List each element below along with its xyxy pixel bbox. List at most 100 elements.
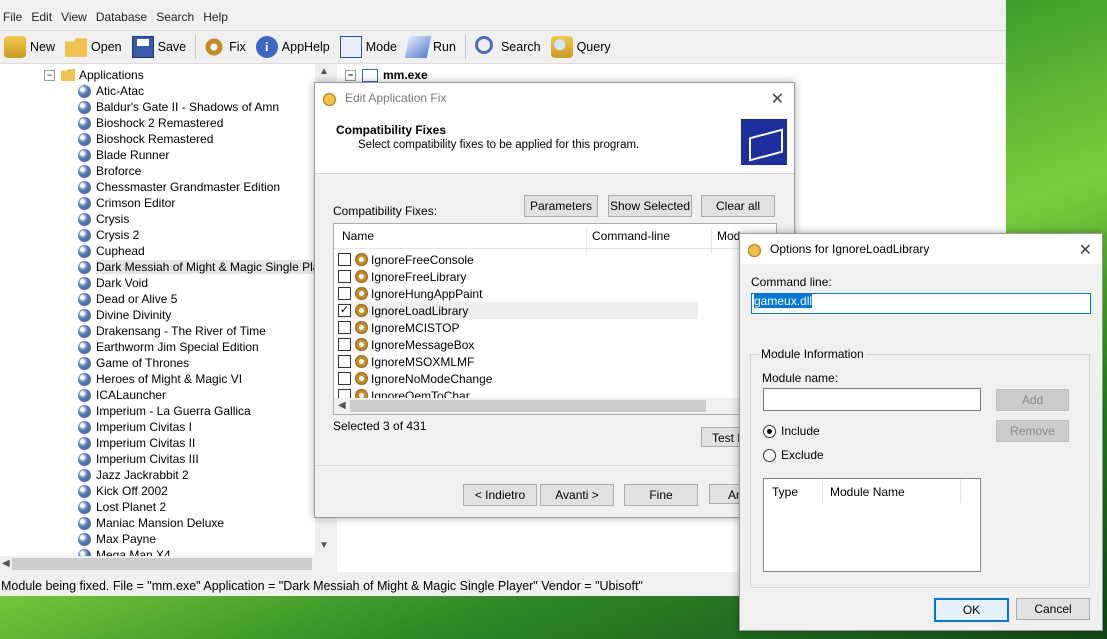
column-name[interactable]: Name [342, 229, 374, 243]
command-line-input[interactable]: gameux.dll [751, 293, 1091, 314]
close-icon[interactable]: ✕ [1079, 240, 1092, 260]
tree-item[interactable]: Chessmaster Grandmaster Edition [78, 179, 331, 195]
query-button[interactable]: Query [549, 33, 617, 61]
module-list[interactable]: Type Module Name [763, 478, 981, 572]
tree-item[interactable]: Imperium Civitas I [78, 419, 331, 435]
fix-row[interactable]: IgnoreFreeLibrary [338, 268, 698, 285]
fix-row[interactable]: IgnoreHungAppPaint [338, 285, 698, 302]
tree-item[interactable]: Heroes of Might & Magic VI [78, 371, 331, 387]
include-radio[interactable]: Include [763, 424, 820, 438]
open-button[interactable]: Open [63, 33, 128, 61]
checkbox-icon[interactable] [338, 270, 351, 283]
column-command-line[interactable]: Command-line [592, 229, 670, 243]
scroll-left-icon[interactable]: ◀ [2, 558, 10, 569]
clear-all-button[interactable]: Clear all [701, 195, 775, 217]
checkbox-icon[interactable] [338, 372, 351, 385]
tree-item[interactable]: Earthworm Jim Special Edition [78, 339, 331, 355]
scroll-down-icon[interactable]: ▼ [319, 540, 329, 551]
back-button[interactable]: < Indietro [463, 484, 537, 506]
tree-item[interactable]: Dark Messiah of Might & Magic Single Pla… [78, 259, 331, 275]
tree-item-label: Dark Messiah of Might & Magic Single Pla… [96, 260, 331, 274]
tree-horizontal-scrollbar[interactable]: ◀ [0, 556, 331, 572]
fix-row[interactable]: IgnoreFreeConsole [338, 251, 698, 268]
exclude-radio[interactable]: Exclude [763, 448, 824, 462]
scroll-left-icon[interactable]: ◀ [338, 400, 346, 411]
checkbox-icon[interactable] [338, 338, 351, 351]
tree-item[interactable]: Jazz Jackrabbit 2 [78, 467, 331, 483]
tree-item[interactable]: Broforce [78, 163, 331, 179]
fix-row[interactable]: IgnoreMessageBox [338, 336, 698, 353]
cancel-button[interactable]: Cancel [1016, 598, 1090, 620]
tree-item[interactable]: Imperium - La Guerra Gallica [78, 403, 331, 419]
tree-item[interactable]: Maniac Mansion Deluxe [78, 515, 331, 531]
checkbox-icon[interactable] [338, 321, 351, 334]
remove-button[interactable]: Remove [996, 420, 1069, 442]
checkbox-icon[interactable] [338, 287, 351, 300]
tree-item[interactable]: Dead or Alive 5 [78, 291, 331, 307]
module-name-input[interactable] [763, 388, 981, 411]
tree-item[interactable]: Imperium Civitas III [78, 451, 331, 467]
tree-item[interactable]: Bioshock 2 Remastered [78, 115, 331, 131]
add-button[interactable]: Add [996, 389, 1069, 411]
tree-item[interactable]: Kick Off 2002 [78, 483, 331, 499]
tree-item[interactable]: Crimson Editor [78, 195, 331, 211]
tree-item[interactable]: Crysis 2 [78, 227, 331, 243]
save-button[interactable]: Save [130, 33, 193, 61]
checkbox-icon[interactable] [338, 355, 351, 368]
mode-label: Mode [365, 40, 398, 54]
tree-root-applications[interactable]: − Applications [44, 68, 144, 82]
tree-item[interactable]: Atic-Atac [78, 83, 331, 99]
tree-item[interactable]: Blade Runner [78, 147, 331, 163]
column-module-name[interactable]: Module Name [830, 485, 905, 499]
run-button[interactable]: Run [404, 33, 462, 61]
search-button[interactable]: Search [471, 33, 547, 61]
tree-item[interactable]: Lost Planet 2 [78, 499, 331, 515]
tree-item[interactable]: Crysis [78, 211, 331, 227]
tree-item[interactable]: ICALauncher [78, 387, 331, 403]
menu-help[interactable]: Help [200, 8, 234, 28]
checkbox-checked-icon[interactable]: ✓ [338, 304, 351, 317]
checkbox-icon[interactable] [338, 253, 351, 266]
ok-button[interactable]: OK [934, 598, 1009, 622]
next-button[interactable]: Avanti > [540, 484, 614, 506]
fix-row[interactable]: IgnoreMSOXMLMF [338, 353, 698, 370]
tree-item[interactable]: Drakensang - The River of Time [78, 323, 331, 339]
tree-item[interactable]: Bioshock Remastered [78, 131, 331, 147]
tree-item[interactable]: Divine Divinity [78, 307, 331, 323]
exe-node[interactable]: − mm.exe [345, 68, 428, 82]
menu-database[interactable]: Database [93, 8, 153, 28]
apphelp-button[interactable]: i AppHelp [254, 33, 336, 61]
menu-file[interactable]: File [0, 8, 28, 28]
column-type[interactable]: Type [772, 485, 798, 499]
tree-item[interactable]: Imperium Civitas II [78, 435, 331, 451]
compatibility-fixes-list[interactable]: Name Command-line Modu IgnoreFreeConsole… [333, 223, 777, 415]
fix-row[interactable]: IgnoreNoModeChange [338, 370, 698, 387]
fix-list-horizontal-scrollbar[interactable]: ◀ [334, 398, 776, 414]
menu-search[interactable]: Search [153, 8, 200, 28]
tree-item[interactable]: Dark Void [78, 275, 331, 291]
collapse-icon[interactable]: − [345, 69, 356, 81]
fix-row[interactable]: ✓ IgnoreLoadLibrary [338, 302, 698, 319]
menu-view[interactable]: View [58, 8, 93, 28]
show-selected-button[interactable]: Show Selected [608, 195, 692, 217]
scroll-up-icon[interactable]: ▲ [319, 66, 329, 77]
fix-row[interactable]: IgnoreMCISTOP [338, 319, 698, 336]
close-icon[interactable]: ✕ [771, 89, 784, 109]
applications-tree[interactable]: − Applications Atic-Atac Baldur's Gate II… [0, 64, 331, 572]
tree-item[interactable]: Baldur's Gate II - Shadows of Amn [78, 99, 331, 115]
collapse-icon[interactable]: − [44, 69, 55, 81]
tree-item-label: Dark Void [96, 276, 149, 290]
tree-item[interactable]: Max Payne [78, 531, 331, 547]
application-icon [78, 500, 91, 514]
scrollbar-thumb[interactable] [12, 558, 312, 570]
mode-button[interactable]: Mode [338, 33, 403, 61]
tree-item[interactable]: Cuphead [78, 243, 331, 259]
tree-item[interactable]: Game of Thrones [78, 355, 331, 371]
finish-button[interactable]: Fine [624, 484, 698, 506]
scrollbar-thumb[interactable] [350, 400, 706, 412]
new-button[interactable]: New [2, 33, 61, 61]
menu-edit[interactable]: Edit [28, 8, 58, 28]
parameters-button[interactable]: Parameters [524, 195, 598, 217]
apphelp-label: AppHelp [281, 40, 330, 54]
fix-button[interactable]: Fix [201, 33, 252, 61]
